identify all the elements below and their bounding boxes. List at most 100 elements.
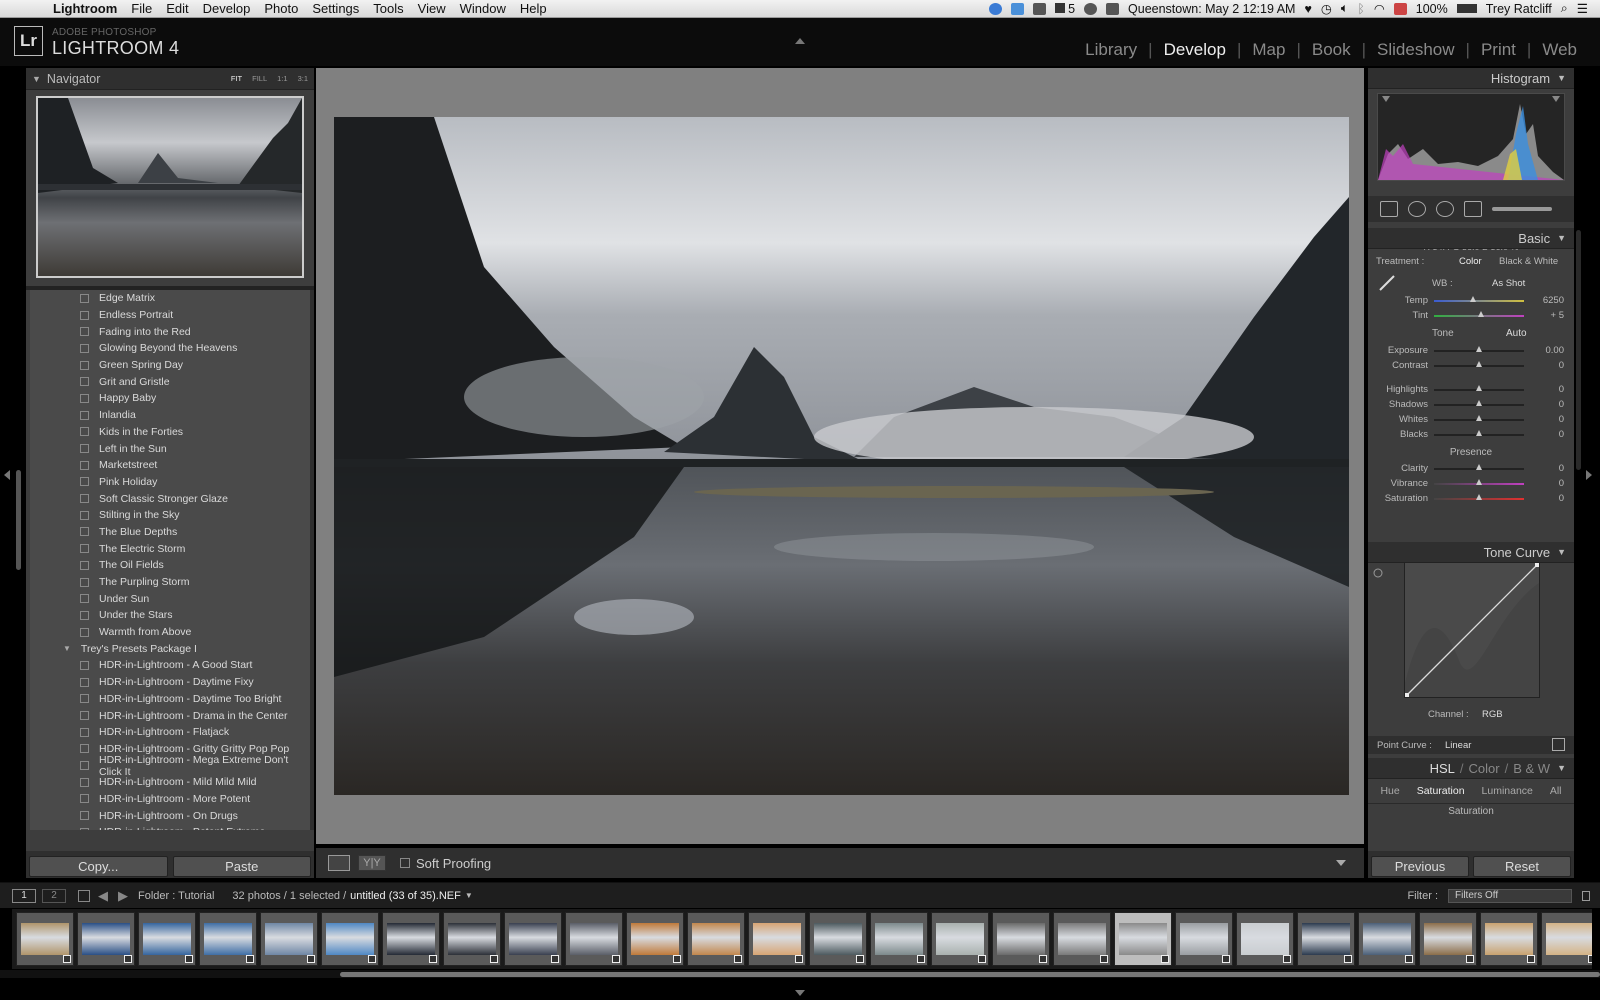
soft-proofing-label[interactable]: Soft Proofing xyxy=(416,856,491,871)
hsl-tab-luminance[interactable]: Luminance xyxy=(1482,785,1533,797)
tone-curve-collapse-icon[interactable]: ▼ xyxy=(1557,547,1566,557)
zoom-3-1[interactable]: 3:1 xyxy=(298,74,308,83)
module-map[interactable]: Map xyxy=(1241,40,1296,60)
menu-file[interactable]: File xyxy=(124,1,159,16)
tone-curve-header[interactable]: Tone Curve ▼ xyxy=(1368,542,1574,563)
preset-item[interactable]: Warmth from Above xyxy=(30,624,310,641)
bw-tab[interactable]: B & W xyxy=(1513,761,1550,776)
hsl-header[interactable]: HSL / Color / B & W ▼ xyxy=(1368,758,1574,779)
collapse-filmstrip-icon[interactable] xyxy=(795,990,805,996)
slider-blacks[interactable]: Blacks 0 xyxy=(1368,427,1574,442)
preset-item[interactable]: HDR-in-Lightroom - On Drugs xyxy=(30,807,310,824)
slider-vibrance[interactable]: Vibrance 0 xyxy=(1368,476,1574,491)
preset-item[interactable]: Fading into the Red xyxy=(30,323,310,340)
filmstrip-thumbnail[interactable] xyxy=(1297,912,1355,966)
hsl-tab[interactable]: HSL xyxy=(1430,761,1455,776)
main-photo[interactable] xyxy=(334,117,1349,795)
edit-point-curve-icon[interactable] xyxy=(1552,738,1565,751)
slider-value[interactable]: 0 xyxy=(1559,399,1564,410)
histogram-chart[interactable] xyxy=(1377,93,1565,181)
preset-item[interactable]: Pink Holiday xyxy=(30,474,310,491)
hsl-tab-all[interactable]: All xyxy=(1550,785,1562,797)
folder-disclosure-icon[interactable]: ▼ xyxy=(63,644,71,653)
menu-edit[interactable]: Edit xyxy=(159,1,195,16)
preset-item[interactable]: Edge Matrix xyxy=(30,290,310,307)
menu-photo[interactable]: Photo xyxy=(257,1,305,16)
module-web[interactable]: Web xyxy=(1531,40,1588,60)
menu-view[interactable]: View xyxy=(411,1,453,16)
preset-item[interactable]: Under Sun xyxy=(30,590,310,607)
menu-app[interactable]: Lightroom xyxy=(46,1,124,16)
preset-item[interactable]: Grit and Gristle xyxy=(30,373,310,390)
filmstrip-thumbnail[interactable] xyxy=(1358,912,1416,966)
channel-select[interactable]: RGB xyxy=(1482,709,1503,720)
module-develop[interactable]: Develop xyxy=(1153,40,1237,60)
preset-item[interactable]: Left in the Sun xyxy=(30,440,310,457)
preset-item[interactable]: HDR-in-Lightroom - Daytime Fixy xyxy=(30,674,310,691)
slider-value[interactable]: 0 xyxy=(1559,478,1564,489)
slider-track[interactable] xyxy=(1434,300,1524,302)
spotlight-search-icon[interactable]: ⌕ xyxy=(1561,1,1568,16)
slider-thumb[interactable] xyxy=(1476,346,1482,352)
auto-tone-button[interactable]: Auto xyxy=(1506,328,1527,339)
targeted-adjustment-icon[interactable] xyxy=(1372,566,1384,578)
hsl-tab-saturation[interactable]: Saturation xyxy=(1417,785,1465,797)
preset-item[interactable]: HDR-in-Lightroom - Mega Extreme Don't Cl… xyxy=(30,754,310,778)
basic-header[interactable]: Basic ▼ xyxy=(1368,228,1574,249)
module-slideshow[interactable]: Slideshow xyxy=(1366,40,1466,60)
flag-icon[interactable] xyxy=(1393,2,1407,15)
filter-select[interactable]: Filters Off xyxy=(1448,888,1572,903)
filmstrip-thumbnail[interactable] xyxy=(565,912,623,966)
back-arrow-icon[interactable]: ◀ xyxy=(98,888,108,904)
preset-item[interactable]: Kids in the Forties xyxy=(30,424,310,441)
filmstrip-thumbnail[interactable] xyxy=(992,912,1050,966)
color-tab[interactable]: Color xyxy=(1469,761,1500,776)
record-icon[interactable] xyxy=(1084,2,1098,15)
preset-folder[interactable]: ▼ Trey's Presets Package I xyxy=(30,640,310,657)
forward-arrow-icon[interactable]: ▶ xyxy=(118,888,128,904)
slider-thumb[interactable] xyxy=(1476,361,1482,367)
crop-tool-icon[interactable] xyxy=(1380,201,1398,217)
zoom-fill[interactable]: FILL xyxy=(252,74,267,83)
preset-item[interactable]: The Blue Depths xyxy=(30,524,310,541)
preset-item[interactable]: Marketstreet xyxy=(30,457,310,474)
filmstrip-thumbnail[interactable] xyxy=(931,912,989,966)
treatment-color[interactable]: Color xyxy=(1459,256,1482,267)
drive-icon[interactable] xyxy=(1033,2,1047,15)
slider-value[interactable]: 0.00 xyxy=(1546,345,1565,356)
navigator-collapse-icon[interactable]: ▼ xyxy=(32,74,41,84)
histogram-header[interactable]: Histogram ▼ xyxy=(1368,68,1574,89)
zoom-1-1[interactable]: 1:1 xyxy=(277,74,287,83)
primary-display-button[interactable]: 1 xyxy=(12,888,36,903)
module-book[interactable]: Book xyxy=(1301,40,1362,60)
filmstrip-scrollbar[interactable] xyxy=(0,970,1600,978)
menu-help[interactable]: Help xyxy=(513,1,554,16)
hsl-tab-hue[interactable]: Hue xyxy=(1380,785,1399,797)
preset-item[interactable]: HDR-in-Lightroom - More Potent xyxy=(30,791,310,808)
slider-whites[interactable]: Whites 0 xyxy=(1368,412,1574,427)
menu-window[interactable]: Window xyxy=(453,1,513,16)
filmstrip-thumbnail[interactable] xyxy=(1480,912,1538,966)
slider-value[interactable]: 6250 xyxy=(1543,295,1564,306)
slider-temp[interactable]: Temp 6250 xyxy=(1368,293,1574,308)
slider-exposure[interactable]: Exposure 0.00 xyxy=(1368,343,1574,358)
filter-lock-icon[interactable] xyxy=(1582,890,1590,901)
filmstrip-thumbnail[interactable] xyxy=(1175,912,1233,966)
graduated-filter-icon[interactable] xyxy=(1464,201,1482,217)
filmstrip-thumbnail[interactable] xyxy=(77,912,135,966)
slider-value[interactable]: 0 xyxy=(1559,493,1564,504)
preset-item[interactable]: HDR-in-Lightroom - Potent Extreme xyxy=(30,824,310,830)
heart-icon[interactable]: ♥ xyxy=(1304,2,1311,16)
basic-collapse-icon[interactable]: ▼ xyxy=(1557,233,1566,243)
copy-button[interactable]: Copy... xyxy=(29,856,168,877)
left-panel-toggle[interactable] xyxy=(2,470,12,580)
filmstrip-thumbnail[interactable] xyxy=(870,912,928,966)
slider-thumb[interactable] xyxy=(1476,415,1482,421)
preset-item[interactable]: The Oil Fields xyxy=(30,557,310,574)
preset-item[interactable]: Happy Baby xyxy=(30,390,310,407)
current-file[interactable]: untitled (33 of 35).NEF xyxy=(350,890,461,902)
preset-item[interactable]: Endless Portrait xyxy=(30,307,310,324)
sync-icon[interactable] xyxy=(989,2,1003,15)
slider-value[interactable]: 0 xyxy=(1559,463,1564,474)
filmstrip-thumbnail[interactable] xyxy=(199,912,257,966)
